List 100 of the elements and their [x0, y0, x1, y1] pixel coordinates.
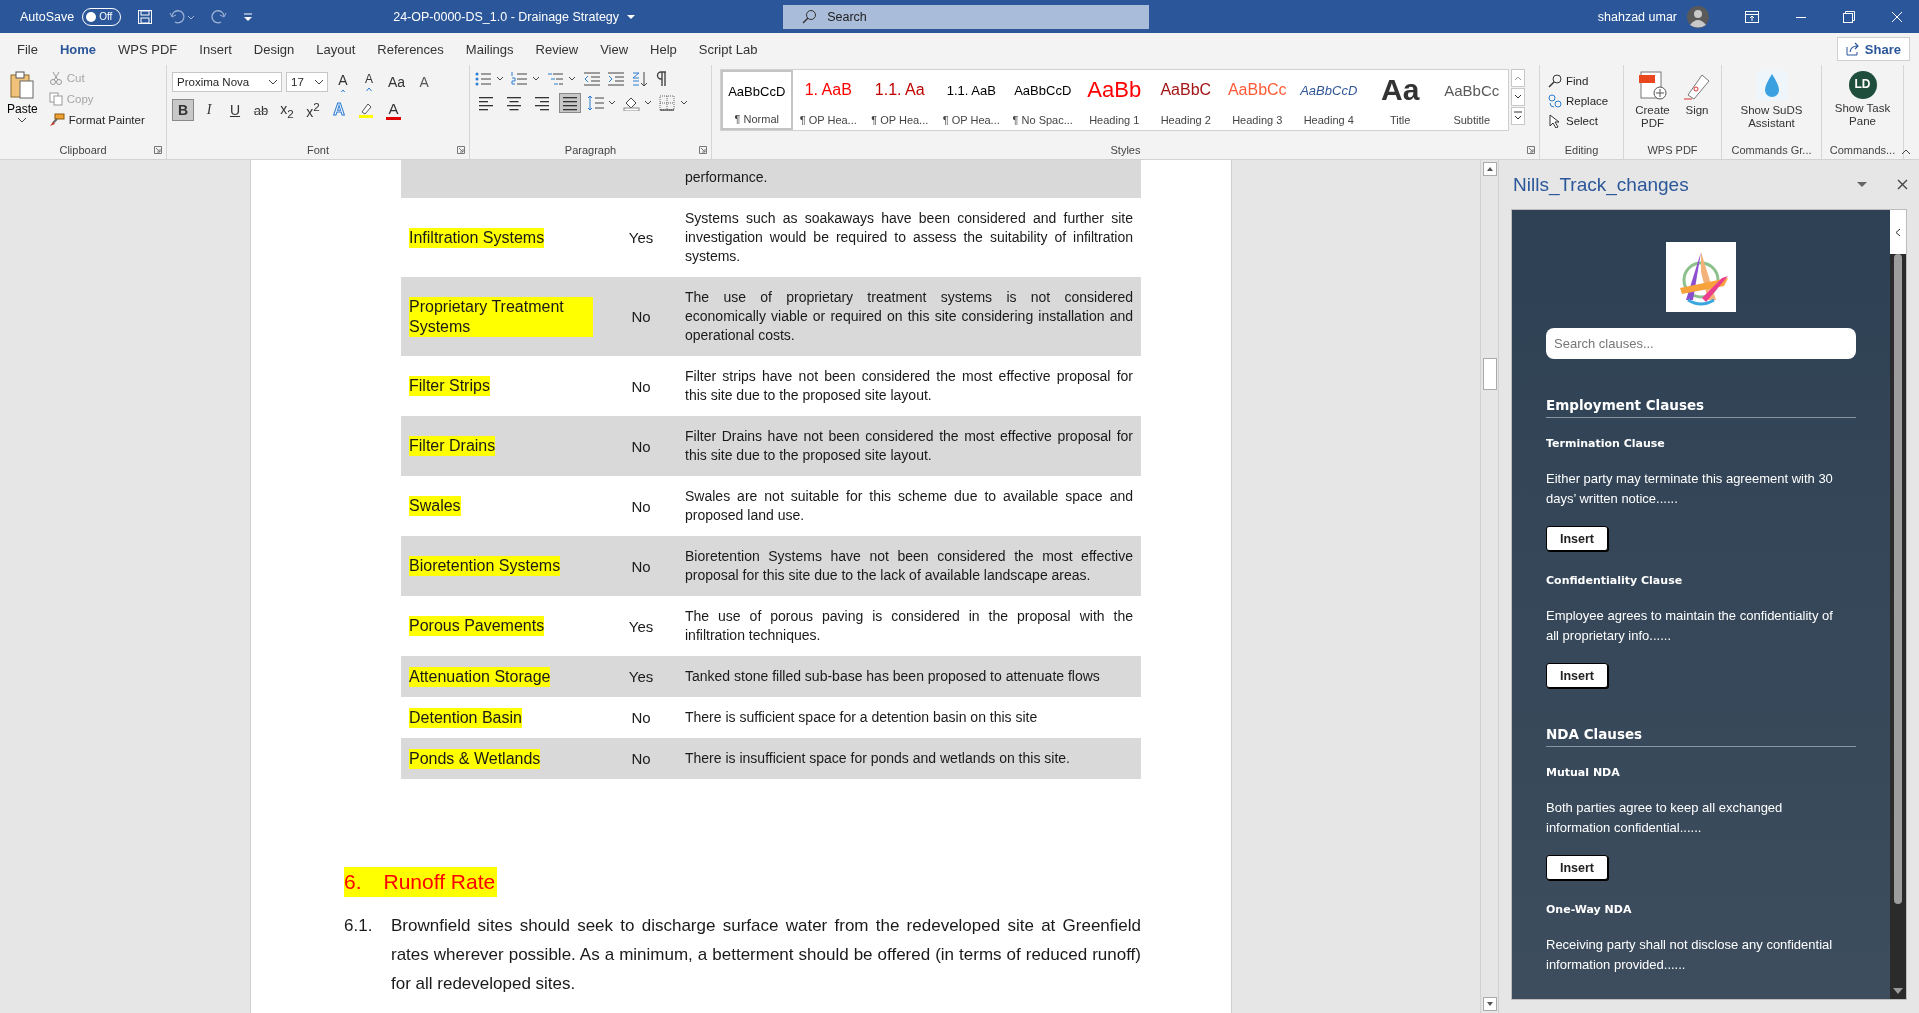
close-icon[interactable] [1897, 179, 1908, 190]
restore-icon[interactable] [1843, 10, 1855, 23]
line-spacing-icon[interactable] [587, 95, 617, 111]
more-icon[interactable] [1510, 107, 1525, 125]
avatar-icon[interactable] [1687, 5, 1709, 28]
table-cell: Attenuation Storage [409, 666, 551, 687]
superscript-button[interactable]: x$^{2}$ [302, 99, 324, 121]
table-cell: Detention Basin [409, 707, 522, 728]
paste-button[interactable]: Paste [5, 68, 40, 141]
clause-title: One-Way NDA [1546, 902, 1633, 918]
select-button[interactable]: Select [1545, 111, 1618, 130]
scrollbar-thumb[interactable] [1482, 358, 1497, 390]
bold-button[interactable]: B [172, 99, 194, 121]
shrink-font-button[interactable]: A [358, 71, 380, 93]
sign-button[interactable]: Sign [1678, 71, 1716, 141]
borders-icon[interactable] [659, 95, 689, 111]
show-task-pane-button[interactable]: LD Show Task Pane [1827, 71, 1898, 141]
table-cell: No [631, 308, 651, 325]
scrollbar[interactable] [1480, 160, 1498, 1013]
ribbon-tab[interactable]: Layout [305, 34, 367, 64]
save-icon[interactable] [137, 8, 154, 25]
ribbon-tab[interactable]: Help [639, 34, 688, 64]
share-button[interactable]: Share [1836, 37, 1910, 61]
chevron-left-icon[interactable] [1895, 227, 1901, 237]
insert-button[interactable]: Insert [1546, 855, 1608, 880]
scrollbar-thumb[interactable] [1894, 254, 1902, 904]
format-painter-button[interactable]: Format Painter [45, 110, 148, 129]
dialog-launcher-icon[interactable] [699, 146, 707, 154]
search-icon [801, 8, 818, 25]
caret-icon [269, 79, 277, 85]
paragraph: Brownfield sites should seek to discharge surface water from the redeveloped site at Greenfield rates wherever possible. As a minimum, a betterment should be offered (in terms of reduced runoff) for all redeveloped sites. [391, 915, 1141, 995]
clause-text: Employee agrees to maintain the confidentiality of all proprietary info...... [1546, 607, 1834, 645]
ribbon-tab[interactable]: Design [242, 34, 306, 64]
table-cell: Yes [628, 617, 654, 635]
group-label: Styles [1110, 144, 1141, 156]
user-name[interactable]: shahzad umar [1597, 9, 1677, 24]
subscript-button[interactable]: x$_{2}$ [276, 99, 298, 121]
search-icon [1548, 73, 1562, 88]
scroll-down-icon[interactable] [1482, 997, 1497, 1011]
scroll-down-icon[interactable] [1892, 987, 1904, 995]
redo-icon[interactable] [211, 8, 228, 25]
ribbon-tab[interactable]: Script Lab [687, 34, 769, 64]
replace-button[interactable]: Replace [1545, 91, 1618, 110]
pilcrow-icon[interactable] [655, 71, 669, 87]
font-size-field[interactable]: 17 [286, 72, 328, 92]
suds-assistant-button[interactable]: Show SuDS Assistant [1728, 71, 1815, 141]
insert-button[interactable]: Insert [1546, 663, 1608, 688]
underline-button[interactable]: U [224, 99, 246, 121]
insert-button[interactable]: Insert [1546, 526, 1608, 551]
document-title[interactable]: 24-OP-0000-DS_1.0 - Drainage Strategy [393, 9, 620, 24]
up-caret-icon [340, 89, 346, 92]
bullets-icon[interactable] [475, 71, 505, 87]
multilevel-list-icon[interactable] [547, 71, 577, 87]
scroll-up-icon[interactable] [1482, 162, 1497, 176]
decrease-indent-icon[interactable] [583, 71, 601, 87]
search-field[interactable]: Search [783, 4, 1150, 29]
dialog-launcher-icon[interactable] [154, 146, 162, 154]
table-cell: Filter Strips [409, 376, 490, 396]
undo-icon[interactable] [169, 8, 196, 25]
dialog-launcher-icon[interactable] [1527, 146, 1535, 154]
increase-indent-icon[interactable] [607, 71, 625, 87]
ribbon-tab[interactable]: File [6, 34, 49, 64]
style-item[interactable]: AaBbCcD ¶ Normal [721, 70, 793, 130]
share-icon [1845, 42, 1860, 56]
table-cell: Ponds & Wetlands [409, 748, 541, 769]
copy-icon [48, 91, 63, 106]
ribbon-tab[interactable]: WPS PDF [107, 34, 189, 64]
grow-font-button[interactable]: A [332, 71, 354, 93]
caret-icon [18, 118, 27, 123]
color-button[interactable]: A [382, 99, 405, 121]
search-field[interactable]: Search clauses... [1546, 328, 1856, 359]
scroll-down-icon[interactable] [1510, 88, 1525, 106]
align-justify-icon[interactable] [559, 93, 581, 113]
ribbon-tab[interactable]: Mailings [454, 34, 525, 64]
table-cell: No [631, 557, 651, 575]
ribbon-tab[interactable]: References [366, 34, 455, 64]
clear-formatting-button[interactable]: A [413, 71, 436, 93]
customize-icon[interactable] [243, 11, 254, 22]
table-cell: Filter Drains [409, 436, 496, 456]
ribbon-tab[interactable]: View [589, 34, 640, 64]
dropdown-icon[interactable] [1857, 181, 1867, 188]
numbering-icon[interactable] [511, 71, 541, 87]
clause-text: Receiving party shall not disclose any confidential information provided...... [1546, 936, 1834, 974]
dialog-launcher-icon[interactable] [457, 146, 465, 154]
logo-icon: LD [1848, 71, 1877, 99]
create-pdf-button[interactable]: Create PDF [1629, 71, 1676, 141]
italic-button[interactable]: I [198, 99, 220, 121]
font-name-field[interactable]: Proxima Nova [172, 72, 282, 92]
ribbon-tab[interactable]: Insert [188, 34, 243, 64]
shading-icon[interactable] [623, 95, 653, 111]
ribbon-tab[interactable]: Home [48, 34, 108, 64]
caret-icon[interactable] [627, 13, 636, 20]
sort-icon[interactable] [631, 71, 649, 87]
ribbon-tab[interactable]: Review [524, 34, 590, 64]
collapse-ribbon-icon[interactable] [1901, 149, 1911, 155]
table-cell: No [631, 377, 651, 395]
find-button[interactable]: Find [1545, 71, 1618, 90]
ribbon-display-icon[interactable] [1745, 10, 1759, 23]
change-case-button[interactable]: Aa [384, 71, 410, 93]
autosave-label: AutoSave [20, 9, 75, 24]
